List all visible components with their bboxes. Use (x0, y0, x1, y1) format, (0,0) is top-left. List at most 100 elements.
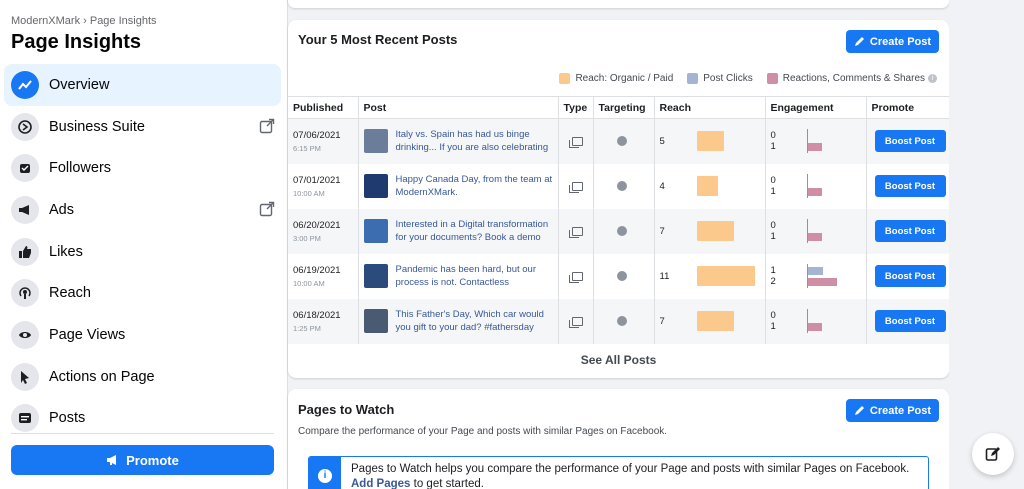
post-cell[interactable]: Italy vs. Spain has had us binge drinkin… (358, 118, 559, 164)
sidebar-item-actions-on-page[interactable]: Actions on Page (4, 356, 281, 398)
create-post-label: Create Post (869, 35, 932, 48)
add-pages-link[interactable]: Add Pages (351, 478, 410, 489)
see-all-posts-link[interactable]: See All Posts (288, 353, 949, 367)
external-link-icon[interactable] (259, 118, 275, 134)
post-thumbnail[interactable] (363, 264, 388, 288)
post-thumbnail[interactable] (363, 174, 388, 198)
legend-swatch-reach (559, 73, 571, 84)
sidebar-item-reach[interactable]: Reach (4, 272, 281, 314)
legend-swatch-clicks (687, 73, 699, 84)
post-link[interactable]: Italy vs. Spain has had us binge drinkin… (396, 128, 558, 154)
post-cell[interactable]: Happy Canada Day, from the team at Moder… (358, 163, 559, 209)
post-link[interactable]: Happy Canada Day, from the team at Moder… (396, 173, 558, 199)
engagement-cell: 01 (765, 118, 867, 164)
column-header[interactable]: Targeting (593, 96, 655, 119)
info-banner-cta: Add Pages to get started. (351, 478, 484, 489)
post-link[interactable]: Pandemic has been hard, but our process … (396, 263, 558, 289)
reactions-value: 1 (770, 141, 776, 153)
trend-icon (11, 70, 39, 99)
type-cell (558, 118, 594, 164)
type-cell (558, 298, 594, 344)
promote-cell: Boost Post (866, 118, 949, 164)
sidebar-divider (11, 433, 274, 434)
sidebar-item-likes[interactable]: Likes (4, 231, 281, 273)
reach-bar (696, 131, 724, 152)
reactions-value: 2 (770, 276, 776, 287)
reach-value: 7 (659, 225, 665, 237)
previous-card (288, 0, 949, 8)
promote-label: Promote (126, 452, 179, 468)
sidebar-item-business-suite[interactable]: Business Suite (4, 106, 281, 148)
promote-cell: Boost Post (866, 208, 949, 254)
post-time: 10:00 AM (293, 188, 325, 198)
post-link[interactable]: Interested in a Digital transformation f… (396, 218, 558, 244)
promote-cell: Boost Post (866, 298, 949, 344)
compose-button[interactable] (972, 433, 1014, 475)
column-header[interactable]: Reach (654, 96, 766, 119)
post-date: 06/18/2021 (293, 309, 341, 321)
album-icon (568, 271, 583, 283)
table-row[interactable]: 06/20/2021 3:00 PM Interested in a Digital… (288, 208, 949, 254)
column-header[interactable]: Promote (866, 96, 949, 119)
create-post-button[interactable]: Create Post (846, 399, 939, 422)
sidebar-item-label: Likes (49, 243, 83, 260)
post-date: 07/06/2021 (293, 129, 341, 141)
breadcrumb[interactable]: ModernXMark › Page Insights (11, 15, 157, 27)
boost-post-button[interactable]: Boost Post (874, 310, 946, 332)
boost-post-button[interactable]: Boost Post (874, 265, 946, 287)
post-cell[interactable]: This Father's Day, Which car would you g… (358, 298, 559, 344)
post-thumbnail[interactable] (363, 219, 388, 243)
globe-icon (616, 181, 627, 191)
targeting-cell (593, 163, 655, 209)
sidebar-item-label: Actions on Page (49, 368, 155, 385)
post-thumbnail[interactable] (363, 129, 388, 154)
promote-button[interactable]: Promote (11, 445, 274, 475)
post-link[interactable]: This Father's Day, Which car would you g… (396, 308, 558, 334)
reach-value: 4 (659, 180, 665, 192)
pages-to-watch-title: Pages to Watch (298, 402, 395, 417)
reach-bar (696, 221, 734, 241)
reach-bar (696, 311, 734, 331)
post-cell[interactable]: Interested in a Digital transformation f… (358, 208, 559, 254)
column-header[interactable]: Type (558, 96, 594, 119)
column-header[interactable]: Post (358, 96, 559, 119)
engagement-bars (806, 128, 822, 153)
promote-cell: Boost Post (866, 164, 949, 209)
engagement-values: 01 (771, 130, 807, 152)
album-icon (568, 226, 583, 238)
sidebar-nav: Overview Business Suite Followers Ads Likes R… (4, 64, 281, 439)
info-icon[interactable]: i (928, 74, 937, 83)
create-post-button[interactable]: Create Post (846, 30, 939, 53)
table-row[interactable]: 06/18/2021 1:25 PM This Father's Day, Whic… (288, 298, 949, 344)
table-row[interactable]: 06/19/2021 10:00 AM Pandemic has been hard… (288, 253, 949, 299)
promote-cell: Boost Post (866, 254, 949, 299)
type-cell (558, 208, 594, 254)
external-link-icon[interactable] (259, 201, 275, 217)
sidebar-item-page-views[interactable]: Page Views (4, 314, 281, 356)
post-cell[interactable]: Pandemic has been hard, but our process … (358, 253, 559, 299)
reactions-bar (806, 322, 822, 331)
boost-post-button[interactable]: Boost Post (874, 175, 946, 197)
pages-to-watch-description: Compare the performance of your Page and… (298, 426, 668, 437)
sidebar-item-label: Business Suite (49, 118, 145, 135)
right-gutter (949, 0, 1024, 489)
sidebar-item-followers[interactable]: Followers (4, 147, 281, 189)
table-row[interactable]: 07/01/2021 10:00 AM Happy Canada Day, from… (288, 163, 949, 209)
reactions-bar (806, 277, 837, 286)
targeting-cell (593, 298, 655, 344)
reactions-value: 1 (770, 186, 776, 197)
reach-value: 11 (659, 270, 670, 282)
boost-post-button[interactable]: Boost Post (874, 220, 946, 242)
broadcast-icon (11, 279, 39, 308)
sidebar-item-ads[interactable]: Ads (4, 189, 281, 231)
column-header[interactable]: Published (288, 96, 359, 119)
engagement-cell: 12 (765, 253, 867, 299)
boost-post-button[interactable]: Boost Post (874, 130, 946, 153)
table-row[interactable]: 07/06/2021 6:15 PM Italy vs. Spain has had… (288, 118, 949, 164)
globe-icon (616, 271, 627, 281)
post-thumbnail[interactable] (363, 309, 388, 333)
reactions-value: 1 (770, 321, 776, 332)
sidebar-item-overview[interactable]: Overview (4, 64, 281, 106)
column-header[interactable]: Engagement (765, 96, 867, 119)
engagement-cell: 01 (765, 208, 867, 254)
